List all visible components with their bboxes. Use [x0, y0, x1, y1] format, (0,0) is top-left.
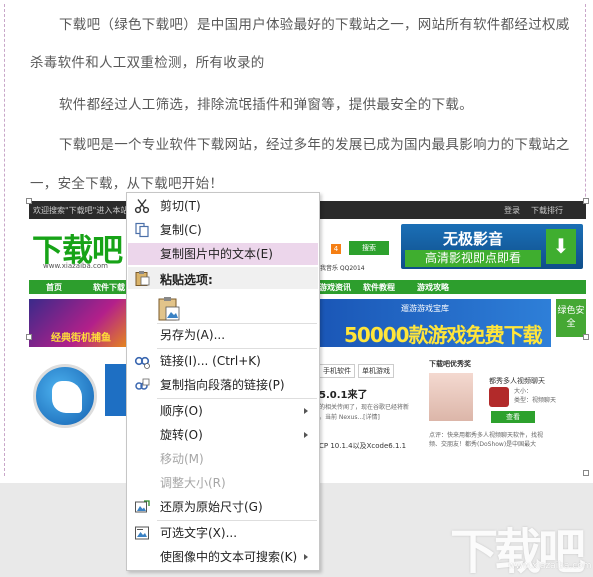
menu-label: 旋转(O)	[160, 428, 203, 442]
menu-label: 顺序(O)	[160, 404, 203, 418]
alt-text-icon	[135, 526, 149, 540]
featured-portrait	[429, 373, 473, 421]
featured-app-name: 都秀多人视频聊天	[489, 377, 545, 385]
fishing-game-text: 经典街机捕鱼	[51, 333, 111, 344]
menu-item-move: 移动(M)	[128, 448, 318, 470]
view-button: 查看	[491, 411, 535, 423]
menu-label: 复制指向段落的链接(P)	[160, 378, 285, 392]
meta-type: 类型：视频聊天	[514, 397, 557, 404]
paragraph-1-line-2[interactable]: 杀毒软件和人工双重检测，所有收录的	[30, 51, 265, 71]
menu-label: 调整大小(R)	[160, 476, 226, 490]
resize-handle-left[interactable]	[26, 334, 32, 340]
tab-mobile-software: 手机软件	[319, 364, 355, 378]
category-tabs: 手机软件 单机游戏	[319, 364, 397, 378]
menu-label: 还原为原始尺寸(G)	[160, 500, 263, 514]
featured-desc: 点评：快来用都秀多人视频聊天软件，找视 频、交朋友！都秀(DoShow)是中国最…	[429, 431, 543, 449]
menu-label: 移动(M)	[160, 452, 204, 466]
desc-line: 点评：快来用都秀多人视频聊天软件，找视	[429, 432, 544, 439]
nav-item: 软件下载	[93, 283, 125, 292]
resize-handle-top-left[interactable]	[26, 198, 32, 204]
menu-item-alt-text[interactable]: 可选文字(X)...	[128, 522, 318, 544]
menu-label: 复制(C)	[160, 223, 202, 237]
clipboard-icon	[135, 271, 150, 286]
menu-item-save-as[interactable]: 另存为(A)...	[128, 324, 318, 346]
award-header: 下载吧优秀奖	[429, 360, 471, 368]
app-logo-icon	[33, 364, 97, 428]
video-player-ad: 无极影音 高清影视即点即看 ⬇	[401, 224, 583, 269]
featured-app-meta: 大小： 类型：视频聊天	[514, 387, 556, 405]
site-logo-url: www.xiazaiba.com	[43, 262, 108, 270]
reset-picture-icon	[135, 500, 150, 513]
nav-item: 首页	[46, 283, 62, 292]
nav-item: 游戏攻略	[417, 283, 449, 292]
paragraph-2[interactable]: 软件都经过人工筛选，排除流氓插件和弹窗等，提供最安全的下载。	[59, 93, 473, 113]
paste-picture-icon[interactable]	[157, 296, 181, 322]
hot-links: 酷我音乐 QQ2014	[314, 265, 365, 272]
rank-link: 下载排行	[531, 206, 563, 215]
menu-label: 复制图片中的文本(E)	[160, 247, 273, 261]
menu-item-cut[interactable]: 剪切(T)	[128, 195, 318, 217]
ad-title: 无极影音	[443, 230, 504, 248]
game-library-slogan: 50000款游戏免费下载	[344, 323, 543, 347]
news-headline: 5.0.1来了	[319, 390, 368, 401]
welcome-text: 欢迎搜索"下载吧"进入本站	[33, 206, 129, 215]
watermark-url: www.xiazaiba.com	[508, 561, 592, 571]
submenu-arrow-icon	[304, 408, 308, 414]
menu-item-copy-text-from-picture[interactable]: 复制图片中的文本(E)	[128, 243, 318, 265]
paste-options-header: 粘贴选项:	[128, 267, 318, 289]
menu-label: 另存为(A)...	[160, 328, 226, 342]
login-link: 登录	[504, 206, 520, 215]
menu-label: 链接(I)... (Ctrl+K)	[160, 354, 261, 368]
paragraph-1-line-1[interactable]: 下载吧（绿色下载吧）是中国用户体验最好的下载站之一，网站所有软件都经过权威	[59, 13, 570, 33]
site-search-button: 搜索	[349, 241, 389, 255]
resize-handle-bottom-right[interactable]	[583, 470, 589, 476]
meta-size: 大小：	[514, 388, 533, 395]
menu-item-order[interactable]: 顺序(O)	[128, 400, 318, 422]
featured-award-panel: 下载吧优秀奖 都秀多人视频聊天 大小： 类型：视频聊天 查看 点评：快来用都秀多…	[429, 359, 586, 469]
news-snippet: 的相关传闻了，现在谷歌已经将新 。当前 Nexus...[详情]	[319, 403, 409, 423]
menu-separator	[157, 520, 317, 521]
search-badge: 4	[331, 244, 341, 254]
resize-handle-right[interactable]	[583, 334, 589, 340]
news-snippet-line: 。当前 Nexus...[详情]	[319, 414, 380, 421]
menu-item-copy-link-to-paragraph[interactable]: 复制指向段落的链接(P)	[128, 374, 318, 396]
scissors-icon	[134, 199, 150, 214]
nav-item: 游戏资讯	[319, 283, 351, 292]
game-library-banner: 遛游游戏宝库 50000款游戏免费下载	[316, 299, 551, 347]
game-library-label: 遛游游戏宝库	[401, 304, 449, 313]
tab-single-player-games: 单机游戏	[358, 364, 394, 378]
fishing-game-banner: 经典街机捕鱼	[29, 299, 129, 347]
news-snippet-line: 的相关传闻了，现在谷歌已经将新	[319, 404, 410, 411]
paragraph-link-icon	[135, 378, 150, 390]
download-arrow-icon: ⬇	[546, 229, 576, 264]
menu-label: 使图像中的文本可搜索(K)	[160, 550, 298, 564]
resize-handle-top-right[interactable]	[583, 198, 589, 204]
copy-icon	[135, 222, 149, 238]
menu-item-make-text-searchable[interactable]: 使图像中的文本可搜索(K)	[128, 546, 318, 568]
link-icon	[134, 356, 150, 369]
menu-item-copy[interactable]: 复制(C)	[128, 219, 318, 241]
submenu-arrow-icon	[304, 432, 308, 438]
news-footer: CP 10.1.4以及Xcode6.1.1	[319, 442, 407, 450]
desc-line: 频、交朋友！都秀(DoShow)是中国最大	[429, 441, 537, 448]
menu-label: 可选文字(X)...	[160, 526, 238, 540]
menu-item-rotate[interactable]: 旋转(O)	[128, 424, 318, 446]
paragraph-3-line-1[interactable]: 下载吧是一个专业软件下载网站，经过多年的发展已成为国内最具影响力的下载站之	[59, 133, 570, 153]
paragraph-3-line-2[interactable]: 一，安全下载，从下载吧开始！	[30, 172, 223, 192]
menu-label: 剪切(T)	[160, 199, 201, 213]
paste-options-label: 粘贴选项:	[160, 273, 213, 287]
submenu-arrow-icon	[304, 554, 308, 560]
menu-item-resize: 调整大小(R)	[128, 472, 318, 494]
featured-app-icon	[489, 387, 509, 407]
menu-item-link[interactable]: 链接(I)... (Ctrl+K)	[128, 350, 318, 372]
menu-separator	[157, 398, 317, 399]
context-menu[interactable]: 剪切(T) 复制(C) 复制图片中的文本(E) 粘贴选项: 另存为(A)... …	[126, 192, 320, 571]
menu-separator	[157, 348, 317, 349]
ad-subtitle: 高清影视即点即看	[405, 250, 541, 267]
menu-item-reset-size[interactable]: 还原为原始尺寸(G)	[128, 496, 318, 518]
nav-item: 软件教程	[363, 283, 395, 292]
green-safe-badge: 绿色安全	[556, 299, 586, 337]
